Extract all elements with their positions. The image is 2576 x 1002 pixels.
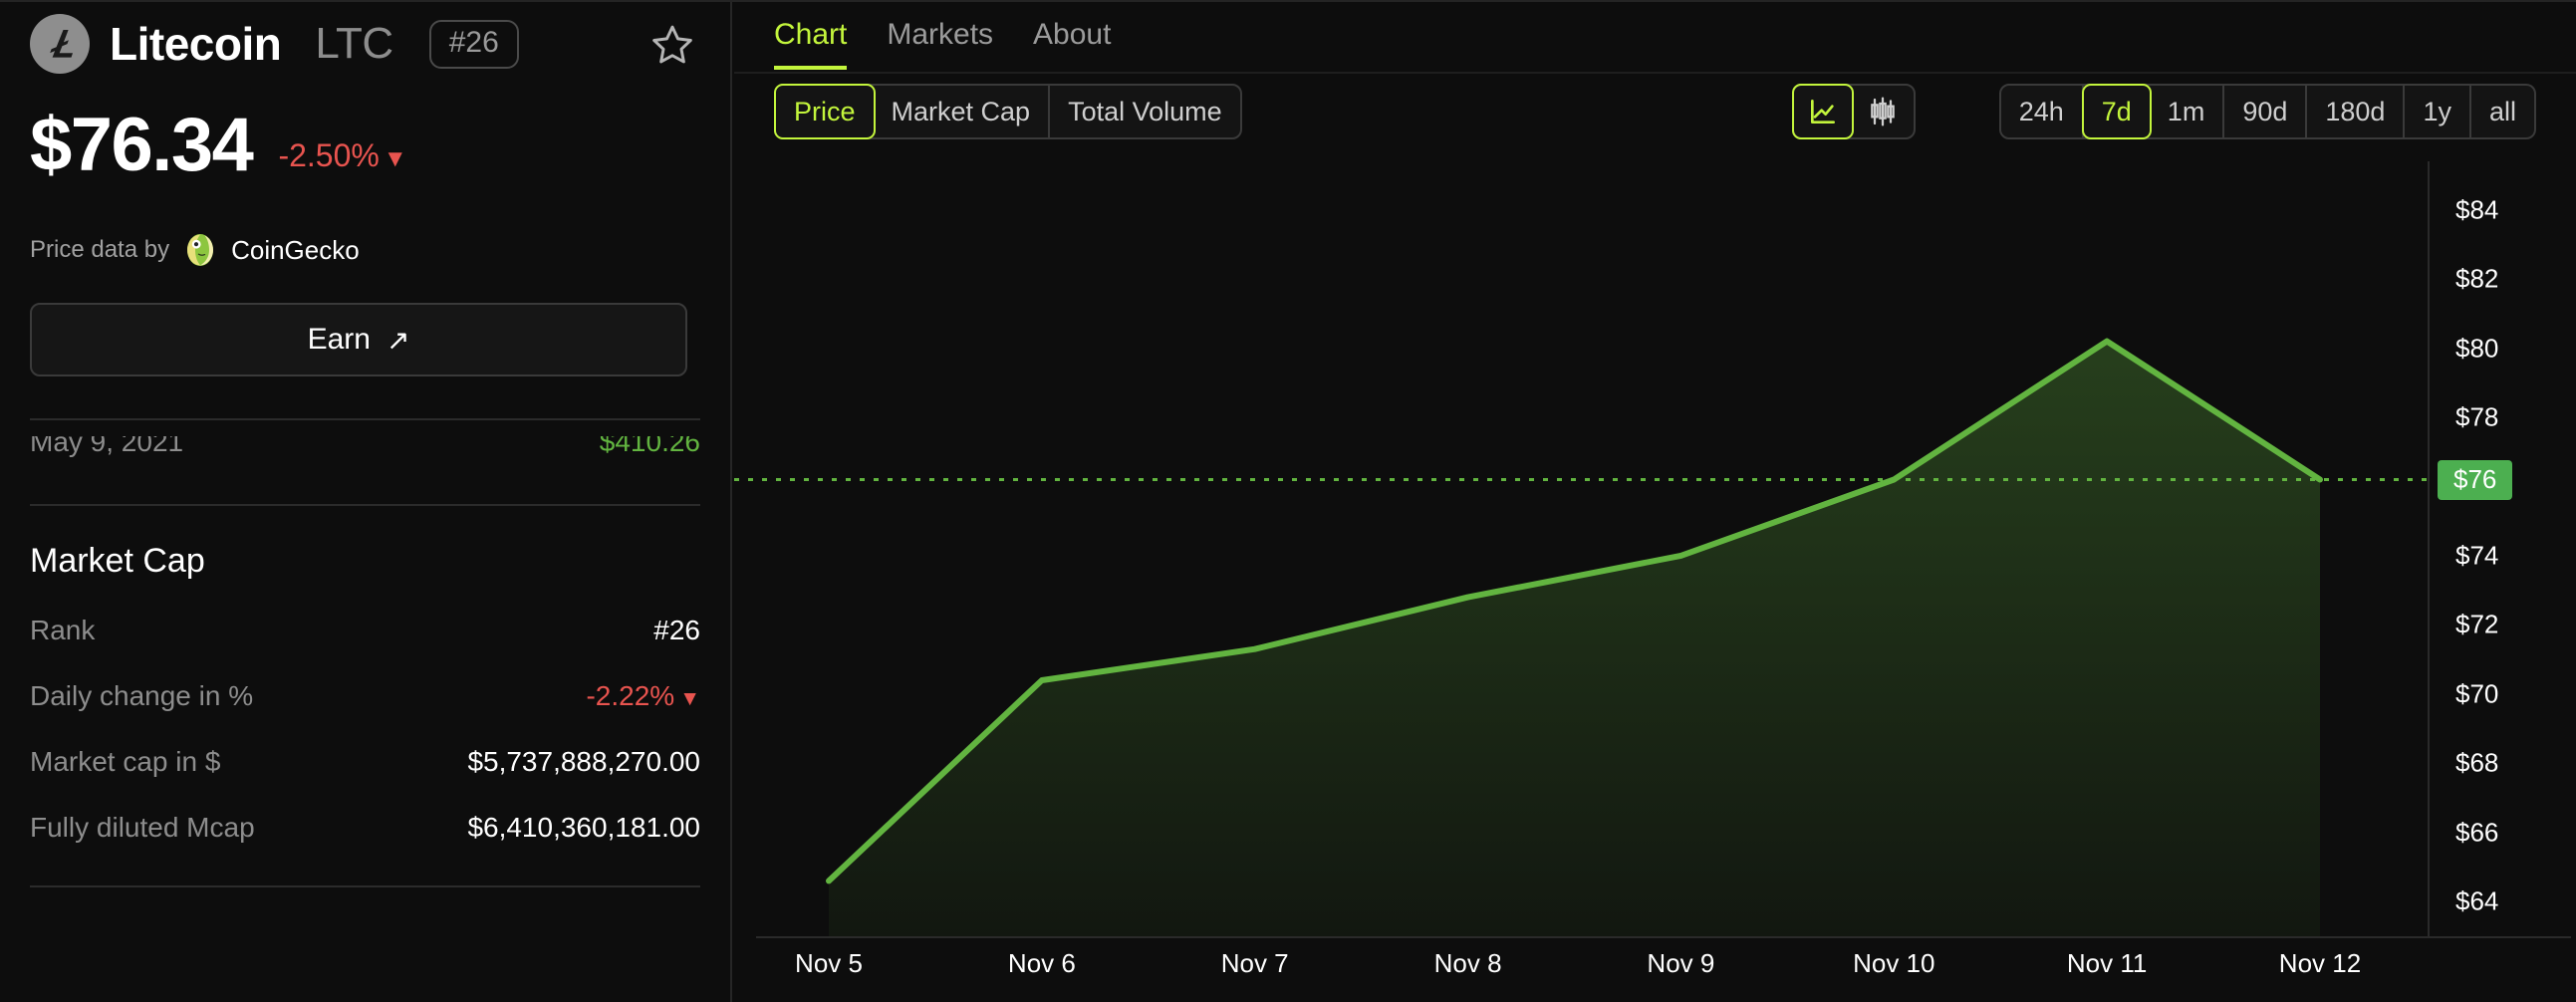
row-value: #26 bbox=[653, 615, 700, 645]
coin-symbol: LTC bbox=[315, 19, 393, 68]
x-axis: Nov 5 Nov 6 Nov 7 Nov 8 Nov 9 Nov 10 Nov 11 Nov… bbox=[734, 948, 2576, 1002]
divider bbox=[30, 504, 700, 506]
tab-about[interactable]: About bbox=[1033, 18, 1111, 70]
caret-down-icon: ▼ bbox=[383, 145, 407, 172]
y-axis-tick: $84 bbox=[2455, 194, 2499, 225]
candlestick-chart-icon[interactable] bbox=[1852, 86, 1914, 137]
range-option-90d[interactable]: 90d bbox=[2224, 86, 2308, 137]
table-row: Market cap in $ $5,737,888,270.00 bbox=[30, 746, 700, 778]
x-axis-line bbox=[756, 936, 2571, 938]
y-axis-tick: $74 bbox=[2455, 540, 2499, 571]
price-change: -2.50% ▼ bbox=[278, 137, 406, 183]
litecoin-logo-icon bbox=[30, 14, 90, 74]
current-price-badge: $76 bbox=[2438, 459, 2513, 500]
range-option-24h[interactable]: 24h bbox=[2001, 86, 2084, 137]
y-axis: $84$82$80$78$76$74$72$70$68$66$64$76 bbox=[2428, 161, 2576, 936]
coingecko-icon bbox=[181, 231, 219, 269]
table-row: Daily change in % -2.22% ▼ bbox=[30, 680, 700, 712]
coin-header: Litecoin LTC #26 bbox=[30, 2, 700, 74]
earn-button-label: Earn bbox=[307, 323, 371, 356]
range-option-all[interactable]: all bbox=[2471, 86, 2534, 137]
crypto-price-page: Litecoin LTC #26 $76.34 -2.50% ▼ Price da… bbox=[0, 0, 2576, 1002]
x-axis-tick: Nov 10 bbox=[1853, 948, 1935, 978]
star-icon[interactable] bbox=[644, 16, 700, 72]
line-chart-icon[interactable] bbox=[1792, 84, 1854, 139]
range-option-1y[interactable]: 1y bbox=[2405, 86, 2471, 137]
external-link-icon: ↗ bbox=[386, 324, 410, 356]
metric-toggle: Price Market Cap Total Volume bbox=[774, 84, 1242, 139]
time-range-toggle: 24h 7d 1m 90d 180d 1y all bbox=[1998, 84, 2536, 139]
row-value: -2.22% ▼ bbox=[586, 680, 700, 712]
x-axis-tick: Nov 7 bbox=[1220, 948, 1289, 978]
pane-tabs: Chart Markets About bbox=[734, 2, 2576, 70]
metric-option-total-volume[interactable]: Total Volume bbox=[1050, 86, 1240, 137]
earn-button[interactable]: Earn ↗ bbox=[30, 303, 687, 376]
caret-down-icon: ▼ bbox=[679, 687, 700, 710]
market-cap-section-title: Market Cap bbox=[30, 542, 205, 580]
metric-option-market-cap[interactable]: Market Cap bbox=[874, 86, 1051, 137]
y-axis-tick: $72 bbox=[2455, 609, 2499, 639]
x-axis-tick: Nov 5 bbox=[795, 948, 863, 978]
y-axis-tick: $70 bbox=[2455, 678, 2499, 709]
y-axis-tick: $78 bbox=[2455, 401, 2499, 432]
current-price: $76.34 bbox=[30, 103, 254, 187]
clipped-stat-row: May 9, 2021 $410.26 bbox=[30, 436, 700, 476]
row-key: Rank bbox=[30, 615, 96, 645]
y-axis-tick: $68 bbox=[2455, 747, 2499, 778]
row-key: Market cap in $ bbox=[30, 746, 221, 777]
coin-name: Litecoin bbox=[110, 18, 282, 70]
divider bbox=[30, 885, 700, 887]
clipped-stat-value: $410.26 bbox=[599, 436, 700, 457]
tab-chart[interactable]: Chart bbox=[774, 18, 848, 70]
row-key: Fully diluted Mcap bbox=[30, 812, 255, 843]
y-axis-tick: $66 bbox=[2455, 817, 2499, 848]
x-axis-tick: Nov 8 bbox=[1433, 948, 1502, 978]
price-block: $76.34 -2.50% ▼ bbox=[30, 108, 700, 183]
metric-option-price[interactable]: Price bbox=[774, 84, 876, 139]
range-option-180d[interactable]: 180d bbox=[2307, 86, 2406, 137]
y-axis-tick: $80 bbox=[2455, 333, 2499, 364]
chart-type-toggle bbox=[1792, 84, 1916, 139]
attribution-brand: CoinGecko bbox=[231, 234, 360, 265]
range-option-7d[interactable]: 7d bbox=[2081, 84, 2152, 139]
price-change-value: -2.50% bbox=[278, 137, 380, 173]
rank-badge: #26 bbox=[428, 19, 519, 69]
y-axis-tick: $64 bbox=[2455, 885, 2499, 916]
price-area-plot bbox=[734, 338, 2428, 936]
price-chart[interactable]: $84$82$80$78$76$74$72$70$68$66$64$76 Nov… bbox=[734, 161, 2576, 1002]
chart-pane: Chart Markets About Price Market Cap Tot… bbox=[734, 2, 2576, 1002]
y-axis-tick: $82 bbox=[2455, 263, 2499, 294]
row-value: $5,737,888,270.00 bbox=[467, 746, 700, 777]
range-option-1m[interactable]: 1m bbox=[2150, 86, 2225, 137]
area-fill bbox=[829, 341, 2320, 936]
table-row: Fully diluted Mcap $6,410,360,181.00 bbox=[30, 812, 700, 844]
attribution-label: Price data by bbox=[30, 236, 170, 263]
coin-sidebar: Litecoin LTC #26 $76.34 -2.50% ▼ Price da… bbox=[0, 2, 732, 1002]
table-row: Rank #26 bbox=[30, 615, 700, 646]
tabs-divider bbox=[734, 72, 2576, 74]
x-axis-tick: Nov 9 bbox=[1647, 948, 1715, 978]
row-value: $6,410,360,181.00 bbox=[467, 812, 700, 843]
x-axis-tick: Nov 11 bbox=[2066, 948, 2148, 978]
chart-controls: Price Market Cap Total Volume 24h 7d 1m … bbox=[734, 84, 2576, 143]
data-attribution: Price data by CoinGecko bbox=[30, 231, 700, 269]
row-value-text: -2.22% bbox=[586, 680, 675, 711]
x-axis-tick: Nov 12 bbox=[2278, 948, 2362, 978]
x-axis-tick: Nov 6 bbox=[1007, 948, 1076, 978]
clipped-stat-key: May 9, 2021 bbox=[30, 436, 184, 457]
divider bbox=[30, 418, 700, 420]
row-key: Daily change in % bbox=[30, 680, 254, 711]
tab-markets[interactable]: Markets bbox=[887, 18, 993, 70]
